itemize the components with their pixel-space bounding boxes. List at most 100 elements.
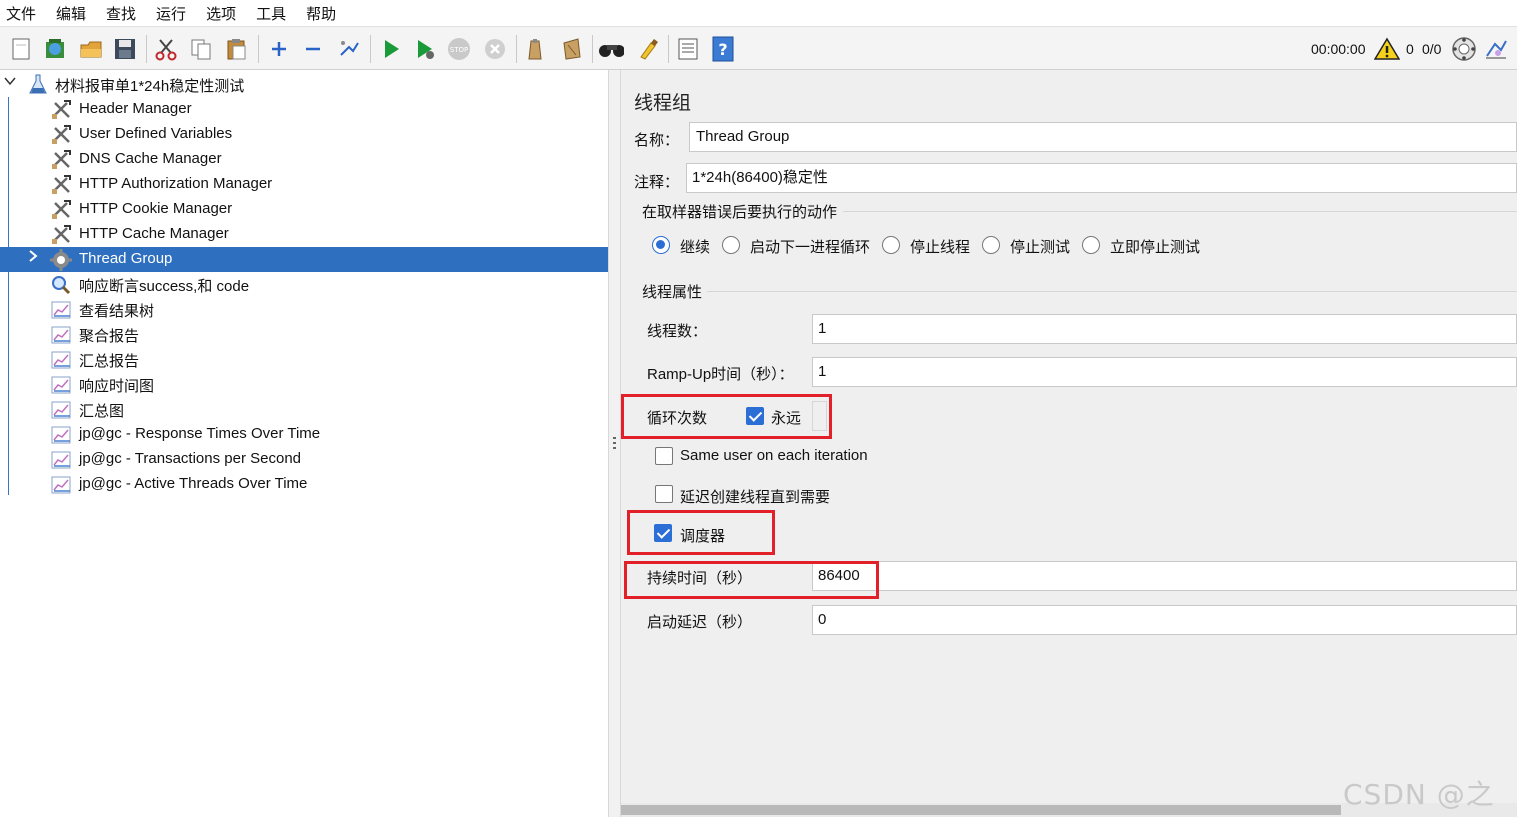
tree-item[interactable]: jp@gc - Transactions per Second: [0, 447, 608, 472]
threads-label: 线程数：: [647, 323, 708, 340]
stop-icon[interactable]: STOP: [446, 35, 472, 63]
drag-handle-icon[interactable]: [613, 437, 616, 451]
radio-stop-test[interactable]: [982, 236, 1000, 254]
menu-search[interactable]: 查找: [106, 3, 136, 24]
start-no-pause-icon[interactable]: [412, 35, 438, 63]
clear-all-icon[interactable]: [558, 35, 584, 63]
log-viewer-icon[interactable]: [1483, 36, 1509, 65]
radio-stop-test-label: 停止测试: [1010, 239, 1071, 256]
menu-tools[interactable]: 工具: [256, 3, 286, 24]
tree-item-label: jp@gc - Response Times Over Time: [79, 425, 321, 442]
radio-stop-test-now[interactable]: [1082, 236, 1100, 254]
tree-item[interactable]: HTTP Authorization Manager: [0, 172, 608, 197]
tree-item-label: DNS Cache Manager: [79, 150, 222, 167]
menu-options[interactable]: 选项: [206, 3, 236, 24]
function-helper-icon[interactable]: [675, 35, 701, 63]
tree-item[interactable]: Thread Group: [0, 247, 608, 272]
listener-chart-icon: [50, 349, 72, 370]
delay-create-checkbox[interactable]: [655, 485, 673, 503]
chevron-right-icon[interactable]: [27, 249, 39, 268]
tree-item[interactable]: DNS Cache Manager: [0, 147, 608, 172]
paste-icon[interactable]: [224, 35, 250, 63]
highlight-box: [624, 561, 879, 599]
elapsed-time: 00:00:00: [1311, 41, 1366, 57]
open-icon[interactable]: [78, 35, 104, 63]
cut-icon[interactable]: [153, 35, 179, 63]
tree-item[interactable]: 响应断言success,和 code: [0, 272, 608, 297]
tree-item-label: 汇总报告: [79, 353, 140, 370]
tree-item[interactable]: jp@gc - Active Threads Over Time: [0, 472, 608, 497]
tree-item-label: User Defined Variables: [79, 125, 233, 142]
tree-item-label: HTTP Cache Manager: [79, 225, 229, 242]
config-element-icon: [50, 174, 72, 195]
rampup-field[interactable]: 1: [812, 357, 1517, 387]
tree-item[interactable]: Header Manager: [0, 97, 608, 122]
radio-start-next-loop-label: 启动下一进程循环: [750, 239, 871, 256]
split-pane-divider[interactable]: [608, 70, 621, 817]
same-user-checkbox[interactable]: [655, 447, 673, 465]
radio-stop-thread[interactable]: [882, 236, 900, 254]
save-icon[interactable]: [112, 35, 138, 63]
tree-item-label: jp@gc - Active Threads Over Time: [79, 475, 308, 492]
tree-item[interactable]: 聚合报告: [0, 322, 608, 347]
tree-item-label: 汇总图: [79, 403, 125, 420]
tree-item[interactable]: jp@gc - Response Times Over Time: [0, 422, 608, 447]
start-icon[interactable]: [378, 35, 404, 63]
name-label: 名称：: [634, 132, 680, 149]
tree-item-label: Thread Group: [79, 250, 173, 267]
collapse-icon[interactable]: [300, 35, 326, 63]
config-element-icon: [50, 224, 72, 245]
radio-start-next-loop[interactable]: [722, 236, 740, 254]
reset-search-icon[interactable]: [634, 35, 660, 63]
toggle-icon[interactable]: [336, 35, 362, 63]
listener-chart-icon: [50, 449, 72, 470]
duration-field[interactable]: 86400: [812, 561, 1517, 591]
menu-run[interactable]: 运行: [156, 3, 186, 24]
tree-item[interactable]: User Defined Variables: [0, 122, 608, 147]
tree-item[interactable]: 响应时间图: [0, 372, 608, 397]
scrollbar-thumb[interactable]: [621, 805, 1341, 815]
shutdown-icon[interactable]: [482, 35, 508, 63]
warning-icon[interactable]: [1373, 37, 1401, 64]
new-file-icon[interactable]: [8, 35, 34, 63]
radio-continue[interactable]: [652, 236, 670, 254]
tree-item[interactable]: HTTP Cache Manager: [0, 222, 608, 247]
comment-field[interactable]: 1*24h(86400)稳定性: [686, 163, 1517, 193]
svg-text:?: ?: [718, 40, 727, 59]
listener-chart-icon: [50, 299, 72, 320]
search-icon[interactable]: [598, 35, 624, 63]
group-divider: [843, 211, 1517, 212]
threads-field[interactable]: 1: [812, 314, 1517, 344]
tree-root-label: 材料报审单1*24h稳定性测试: [55, 78, 245, 95]
highlight-box: [627, 510, 775, 555]
menu-help[interactable]: 帮助: [306, 3, 336, 24]
tree-item[interactable]: 汇总报告: [0, 347, 608, 372]
thread-group-panel: 线程组 名称： Thread Group 注释： 1*24h(86400)稳定性…: [621, 70, 1517, 817]
startup-delay-field[interactable]: 0: [812, 605, 1517, 635]
copy-icon[interactable]: [188, 35, 214, 63]
tree-item-label: 响应断言success,和 code: [79, 278, 250, 295]
tree-item[interactable]: 查看结果树: [0, 297, 608, 322]
same-user-label: Same user on each iteration: [680, 447, 868, 464]
remote-engines-icon[interactable]: [1451, 36, 1477, 65]
tree-root-test-plan[interactable]: 材料报审单1*24h稳定性测试: [0, 72, 608, 97]
menu-edit[interactable]: 编辑: [56, 3, 86, 24]
chevron-down-icon[interactable]: [4, 75, 16, 90]
active-threads: 0/0: [1422, 41, 1442, 57]
clear-icon[interactable]: [522, 35, 548, 63]
toolbar: STOP ? 00:00:00 0 0/0: [0, 26, 1517, 70]
tree-item[interactable]: 汇总图: [0, 397, 608, 422]
rampup-label: Ramp-Up时间（秒）：: [647, 366, 794, 383]
thread-group-gear-icon: [50, 249, 72, 271]
tree-item[interactable]: HTTP Cookie Manager: [0, 197, 608, 222]
assertion-magnifier-icon: [50, 274, 72, 295]
tree-item-label: HTTP Authorization Manager: [79, 175, 273, 192]
name-field[interactable]: Thread Group: [689, 122, 1517, 152]
expand-icon[interactable]: [266, 35, 292, 63]
panel-title: 线程组: [634, 93, 692, 114]
help-icon[interactable]: ?: [710, 35, 736, 63]
templates-icon[interactable]: [42, 35, 68, 63]
menu-file[interactable]: 文件: [6, 3, 36, 24]
test-plan-icon: [27, 73, 49, 98]
listener-chart-icon: [50, 399, 72, 420]
